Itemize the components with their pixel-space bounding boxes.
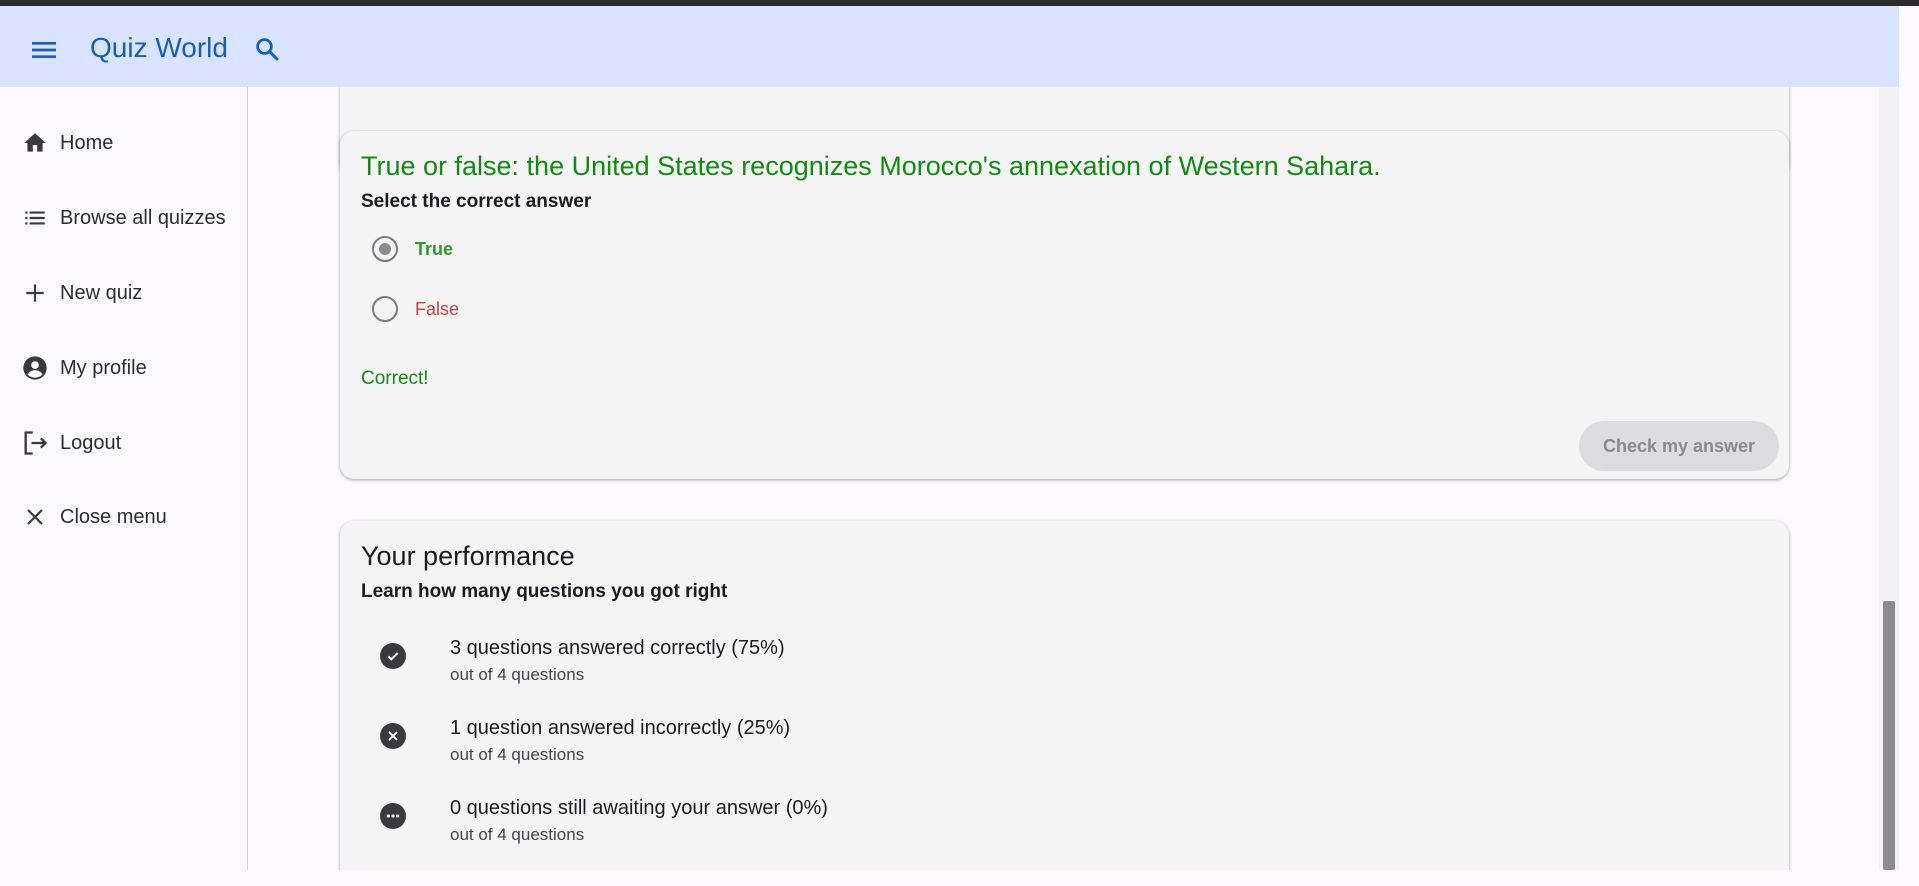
- menu-button[interactable]: [28, 34, 60, 66]
- option-false[interactable]: False: [372, 291, 459, 327]
- option-label: True: [415, 238, 454, 259]
- question-title: True or false: the United States recogni…: [361, 151, 1381, 181]
- app-bar: Quiz World: [0, 6, 1899, 87]
- sidebar-item-new-quiz[interactable]: New quiz: [0, 268, 247, 318]
- sidebar: Home Browse all quizzes New quiz My prof…: [0, 87, 248, 870]
- sidebar-item-label: Browse all quizzes: [60, 206, 226, 229]
- sidebar-item-logout[interactable]: Logout: [0, 418, 247, 468]
- sidebar-item-label: New quiz: [60, 281, 143, 304]
- plus-icon: [21, 279, 49, 307]
- cancel-circle-icon: [380, 723, 406, 749]
- app-title[interactable]: Quiz World: [90, 32, 228, 64]
- option-label: False: [415, 298, 460, 319]
- sidebar-item-label: Close menu: [60, 505, 167, 528]
- check-answer-button[interactable]: Check my answer: [1579, 421, 1779, 471]
- window-bottom-edge: [0, 870, 1919, 886]
- sidebar-item-my-profile[interactable]: My profile: [0, 343, 247, 393]
- stat-awaiting: 0 questions still awaiting your answer (…: [380, 797, 1280, 853]
- question-subtitle: Select the correct answer: [361, 191, 592, 212]
- vertical-scrollbar[interactable]: [1879, 87, 1899, 870]
- stat-subtext: out of 4 questions: [450, 825, 585, 844]
- sidebar-item-label: Home: [60, 131, 114, 154]
- stat-correct: 3 questions answered correctly (75%) out…: [380, 637, 1280, 693]
- home-icon: [21, 129, 49, 157]
- performance-card: Your performance Learn how many question…: [340, 521, 1789, 886]
- list-icon: [21, 204, 49, 232]
- stat-incorrect: 1 question answered incorrectly (25%) ou…: [380, 717, 1280, 773]
- window-right-edge: [1899, 6, 1919, 886]
- performance-title: Your performance: [361, 541, 575, 571]
- sidebar-item-label: Logout: [60, 431, 122, 454]
- logout-icon: [21, 429, 49, 457]
- stat-text: 3 questions answered correctly (75%): [450, 637, 785, 659]
- sidebar-item-browse[interactable]: Browse all quizzes: [0, 193, 247, 243]
- stat-subtext: out of 4 questions: [450, 745, 585, 764]
- account-circle-icon: [21, 354, 49, 382]
- stat-text: 1 question answered incorrectly (25%): [450, 717, 791, 739]
- question-card: True or false: the United States recogni…: [340, 131, 1789, 479]
- search-icon: [256, 38, 279, 61]
- scrollbar-thumb[interactable]: [1883, 601, 1895, 870]
- more-circle-icon: [380, 803, 406, 829]
- hamburger-menu-icon: [32, 42, 56, 58]
- close-icon: [21, 503, 49, 531]
- performance-subtitle: Learn how many questions you got right: [361, 581, 728, 602]
- check-circle-icon: [380, 643, 406, 669]
- radio-button-selected[interactable]: [372, 236, 398, 262]
- search-button[interactable]: [252, 34, 282, 64]
- sidebar-item-label: My profile: [60, 356, 147, 379]
- stat-text: 0 questions still awaiting your answer (…: [450, 797, 828, 819]
- radio-button[interactable]: [372, 296, 398, 322]
- option-true[interactable]: True: [372, 231, 453, 267]
- main-content: True or false: the United States recogni…: [249, 87, 1879, 886]
- answer-feedback: Correct!: [361, 368, 429, 389]
- stat-subtext: out of 4 questions: [450, 665, 585, 684]
- sidebar-item-close-menu[interactable]: Close menu: [0, 492, 247, 542]
- sidebar-item-home[interactable]: Home: [0, 118, 247, 168]
